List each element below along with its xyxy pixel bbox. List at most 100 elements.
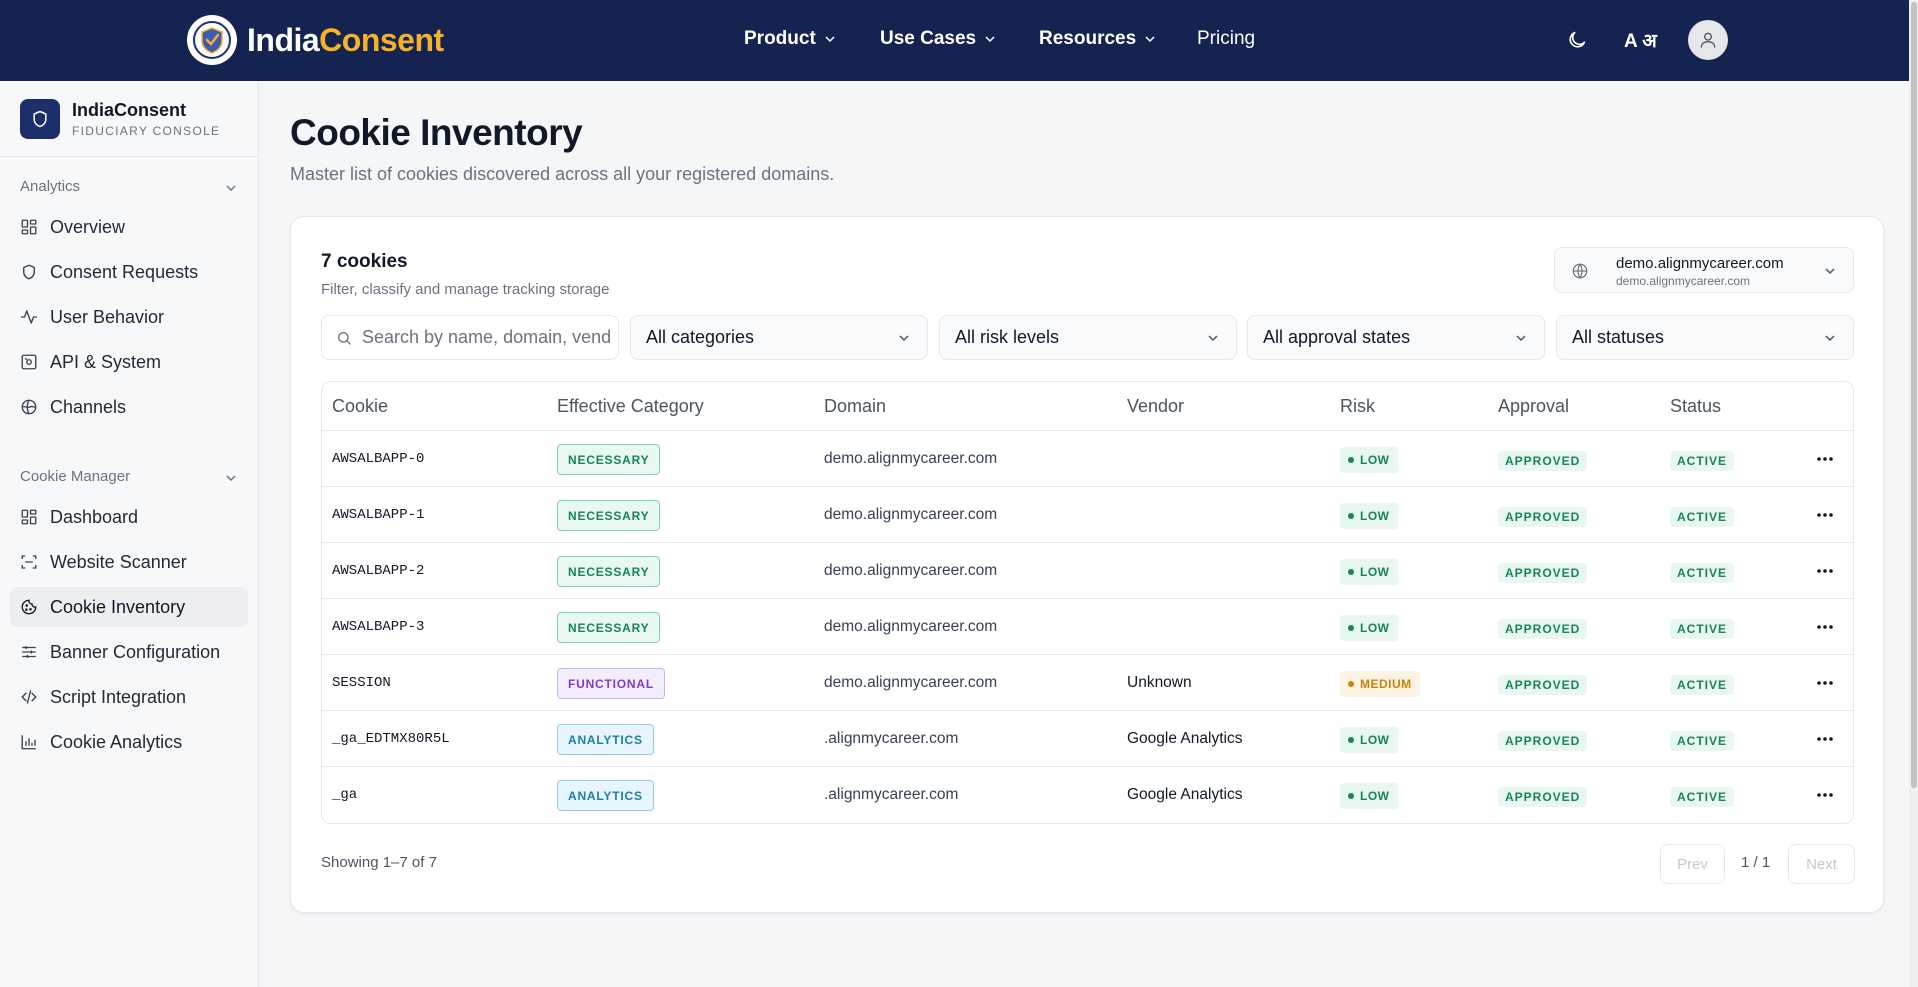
sidebar-item-script-integration[interactable]: Script Integration	[10, 677, 248, 717]
approval-badge: APPROVED	[1498, 731, 1588, 751]
prev-page-button[interactable]: Prev	[1660, 844, 1725, 884]
cookie-domain: demo.alignmycareer.com	[824, 450, 998, 467]
nav-pricing[interactable]: Pricing	[1197, 28, 1255, 50]
sidebar-item-overview[interactable]: Overview	[10, 207, 248, 247]
table-row[interactable]: AWSALBAPP-1 NECESSARY demo.alignmycareer.c…	[322, 487, 1853, 543]
approval-filter[interactable]: All approval states	[1247, 315, 1545, 360]
cookie-name: AWSALBAPP-3	[332, 619, 425, 635]
cookie-vendor: Unknown	[1127, 674, 1192, 691]
sidebar-item-label: API & System	[50, 351, 162, 372]
more-actions-icon[interactable]	[1815, 617, 1835, 637]
language-toggle[interactable]: A अ	[1624, 27, 1657, 53]
status-badge: ACTIVE	[1670, 731, 1735, 751]
dashboard-grid-icon	[21, 219, 37, 235]
nav-resources[interactable]: Resources	[1039, 28, 1156, 50]
category-badge: NECESSARY	[557, 612, 661, 643]
risk-badge: LOW	[1340, 559, 1398, 585]
more-actions-icon[interactable]	[1815, 673, 1835, 693]
status-filter[interactable]: All statuses	[1556, 315, 1854, 360]
sidebar-item-cookie-analytics[interactable]: Cookie Analytics	[10, 722, 248, 762]
more-actions-icon[interactable]	[1815, 561, 1835, 581]
chevron-down-icon	[226, 185, 236, 192]
cookie-table: Cookie Effective Category Domain Vendor …	[321, 381, 1854, 824]
brand-name-part2: Consent	[319, 21, 444, 58]
dashboard-grid-icon	[21, 509, 37, 525]
pagination-summary: Showing 1–7 of 7	[321, 854, 437, 871]
col-risk: Risk	[1340, 396, 1375, 416]
sidebar-item-label: Script Integration	[50, 686, 187, 707]
more-actions-icon[interactable]	[1815, 505, 1835, 525]
table-row[interactable]: _ga ANALYTICS .alignmycareer.com Google Ana…	[322, 767, 1853, 823]
chevron-down-icon	[1516, 335, 1526, 342]
scrollbar-thumb[interactable]	[1911, 2, 1917, 788]
table-row[interactable]: AWSALBAPP-2 NECESSARY demo.alignmycareer.c…	[322, 543, 1853, 599]
sidebar-item-cookie-inventory[interactable]: Cookie Inventory	[10, 587, 248, 627]
sidebar-item-label: Cookie Inventory	[50, 596, 186, 617]
section-analytics-toggle[interactable]: Analytics	[20, 178, 238, 195]
sidebar-item-label: Banner Configuration	[50, 641, 221, 662]
cookie-name: AWSALBAPP-2	[332, 563, 425, 579]
top-navbar: IndiaConsent Product Use Cases Resources…	[0, 0, 1918, 81]
user-icon	[1700, 32, 1716, 48]
shield-icon	[23, 264, 35, 280]
risk-filter[interactable]: All risk levels	[939, 315, 1237, 360]
col-domain: Domain	[824, 396, 887, 416]
category-badge: NECESSARY	[557, 500, 661, 531]
risk-badge: LOW	[1340, 615, 1398, 641]
col-approval: Approval	[1498, 396, 1570, 416]
nav-product[interactable]: Product	[744, 28, 836, 50]
sidebar-item-channels[interactable]: Channels	[10, 387, 248, 427]
search-input[interactable]	[362, 316, 612, 359]
sidebar-item-website-scanner[interactable]: Website Scanner	[10, 542, 248, 582]
cookie-name: _ga	[332, 787, 358, 803]
cookie-vendor: Google Analytics	[1127, 786, 1243, 803]
search-box	[321, 315, 619, 360]
risk-badge: MEDIUM	[1340, 671, 1420, 697]
domain-selector[interactable]: demo.alignmycareer.com demo.alignmycaree…	[1554, 247, 1854, 293]
search-icon	[338, 332, 351, 345]
section-analytics-label: Analytics	[20, 178, 81, 195]
next-page-button[interactable]: Next	[1788, 844, 1855, 884]
user-avatar-button[interactable]	[1688, 20, 1728, 60]
approval-badge: APPROVED	[1498, 787, 1588, 807]
sidebar-item-user-behavior[interactable]: User Behavior	[10, 297, 248, 337]
cookie-domain: .alignmycareer.com	[824, 786, 959, 803]
table-row[interactable]: SESSION FUNCTIONAL demo.alignmycareer.com U…	[322, 655, 1853, 711]
section-cookie-manager-label: Cookie Manager	[20, 468, 131, 485]
col-vendor: Vendor	[1127, 396, 1185, 416]
chevron-down-icon	[899, 335, 909, 342]
sidebar-item-banner-configuration[interactable]: Banner Configuration	[10, 632, 248, 672]
moon-icon[interactable]	[1566, 29, 1588, 51]
brand-name: IndiaConsent	[247, 22, 444, 59]
cookie-domain: demo.alignmycareer.com	[824, 506, 998, 523]
sidebar-item-api-system[interactable]: API & System	[10, 342, 248, 382]
cookie-domain: demo.alignmycareer.com	[824, 618, 998, 635]
brand-logo-link[interactable]: IndiaConsent	[187, 15, 444, 65]
more-actions-icon[interactable]	[1815, 449, 1835, 469]
more-actions-icon[interactable]	[1815, 729, 1835, 749]
activity-icon	[20, 310, 38, 324]
table-row[interactable]: AWSALBAPP-3 NECESSARY demo.alignmycareer.c…	[322, 599, 1853, 655]
server-icon	[21, 354, 37, 370]
table-row[interactable]: AWSALBAPP-0 NECESSARY demo.alignmycareer.c…	[322, 431, 1853, 487]
globe-icon	[21, 399, 37, 415]
section-cookie-manager-toggle[interactable]: Cookie Manager	[20, 468, 238, 485]
cookie-name: AWSALBAPP-1	[332, 507, 425, 523]
more-actions-icon[interactable]	[1815, 785, 1835, 805]
table-row[interactable]: _ga_EDTMX80R5L ANALYTICS .alignmycareer.co…	[322, 711, 1853, 767]
page-indicator: 1 / 1	[1741, 854, 1771, 871]
status-badge: ACTIVE	[1670, 563, 1735, 583]
cookie-name: SESSION	[332, 675, 391, 691]
chevron-down-icon	[825, 36, 835, 43]
nav-use-cases[interactable]: Use Cases	[880, 28, 996, 50]
sidebar-item-label: Cookie Analytics	[50, 731, 183, 752]
category-filter[interactable]: All categories	[630, 315, 928, 360]
approval-badge: APPROVED	[1498, 619, 1588, 639]
status-badge: ACTIVE	[1670, 675, 1735, 695]
chevron-down-icon	[1825, 268, 1835, 275]
approval-badge: APPROVED	[1498, 507, 1588, 527]
category-badge: ANALYTICS	[557, 724, 654, 755]
sidebar-item-consent-requests[interactable]: Consent Requests	[10, 252, 248, 292]
sidebar-item-dashboard[interactable]: Dashboard	[10, 497, 248, 537]
nav-product-label: Product	[744, 28, 816, 49]
